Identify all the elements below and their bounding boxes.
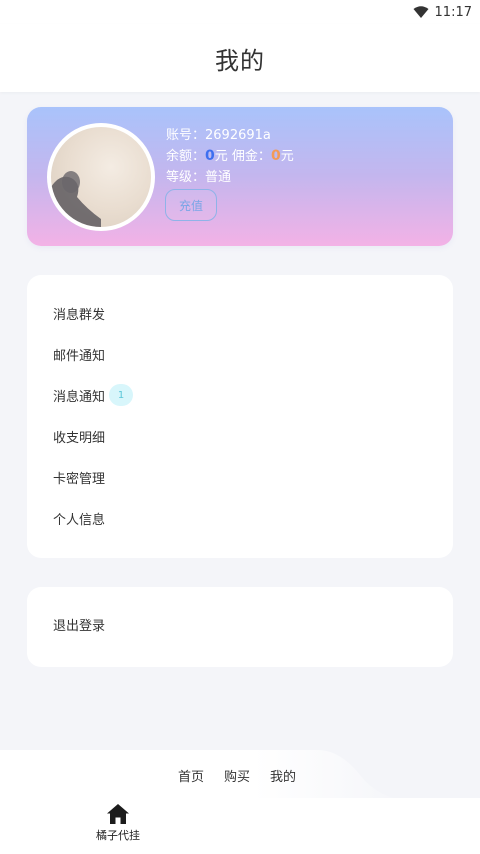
menu-item-email-notification[interactable]: 邮件通知 xyxy=(53,342,105,366)
menu-card: 消息群发 邮件通知 消息通知 1 收支明细 卡密管理 个人信息 xyxy=(27,275,453,558)
home-icon xyxy=(107,804,129,824)
tab-bar: 橘子代挂 xyxy=(0,798,480,854)
logout-button[interactable]: 退出登录 xyxy=(53,615,105,634)
avatar[interactable] xyxy=(47,123,155,231)
balance-row: 余额：0元 佣金：0元 xyxy=(166,146,294,167)
status-time: 11:17 xyxy=(434,4,472,20)
menu-item-message-notification[interactable]: 消息通知 1 xyxy=(53,383,134,407)
menu-item-label: 邮件通知 xyxy=(53,348,106,364)
account-value: 2692691a xyxy=(205,128,271,143)
menu-item-label: 消息通知 xyxy=(53,389,106,405)
menu-item-transactions[interactable]: 收支明细 xyxy=(53,424,105,448)
status-bar: 11:17 xyxy=(0,0,480,24)
recharge-button[interactable]: 充值 xyxy=(165,189,217,221)
commission-label: 佣金： xyxy=(231,149,271,164)
menu-item-personal-info[interactable]: 个人信息 xyxy=(53,506,105,530)
link-buy[interactable]: 购买 xyxy=(224,766,250,785)
tab-home[interactable]: 橘子代挂 xyxy=(86,804,150,852)
menu-item-label: 消息群发 xyxy=(53,307,106,323)
menu-item-label: 卡密管理 xyxy=(53,471,106,487)
level-row: 等级：普通 xyxy=(166,167,294,188)
balance-label: 余额： xyxy=(166,149,206,164)
commission-value: 0 xyxy=(270,148,281,164)
logout-card: 退出登录 xyxy=(27,587,453,667)
menu-item-label: 收支明细 xyxy=(53,430,106,446)
level-value: 普通 xyxy=(205,170,232,185)
wifi-icon xyxy=(413,6,429,18)
profile-card: 账号：2692691a 余额：0元 佣金：0元 等级：普通 充值 xyxy=(27,107,453,246)
page-title: 我的 xyxy=(215,46,265,75)
menu-item-label: 个人信息 xyxy=(53,512,106,528)
menu-item-card-management[interactable]: 卡密管理 xyxy=(53,465,105,489)
balance-value: 0 xyxy=(205,148,215,164)
link-home[interactable]: 首页 xyxy=(178,766,204,785)
tab-home-label: 橘子代挂 xyxy=(96,829,140,842)
menu-item-mass-message[interactable]: 消息群发 xyxy=(53,301,105,325)
unread-badge: 1 xyxy=(109,384,134,406)
account-label: 账号： xyxy=(166,128,206,143)
level-label: 等级： xyxy=(166,170,206,185)
page-header: 我的 xyxy=(0,24,480,92)
profile-info: 账号：2692691a 余额：0元 佣金：0元 等级：普通 xyxy=(166,125,294,188)
commission-unit: 元 xyxy=(280,149,294,164)
avatar-image xyxy=(51,171,101,227)
link-mine[interactable]: 我的 xyxy=(270,766,296,785)
account-row: 账号：2692691a xyxy=(166,125,294,146)
bottom-links-bar: 首页 购买 我的 xyxy=(0,750,480,800)
balance-unit: 元 xyxy=(214,149,228,164)
bottom-links: 首页 购买 我的 xyxy=(178,766,296,785)
